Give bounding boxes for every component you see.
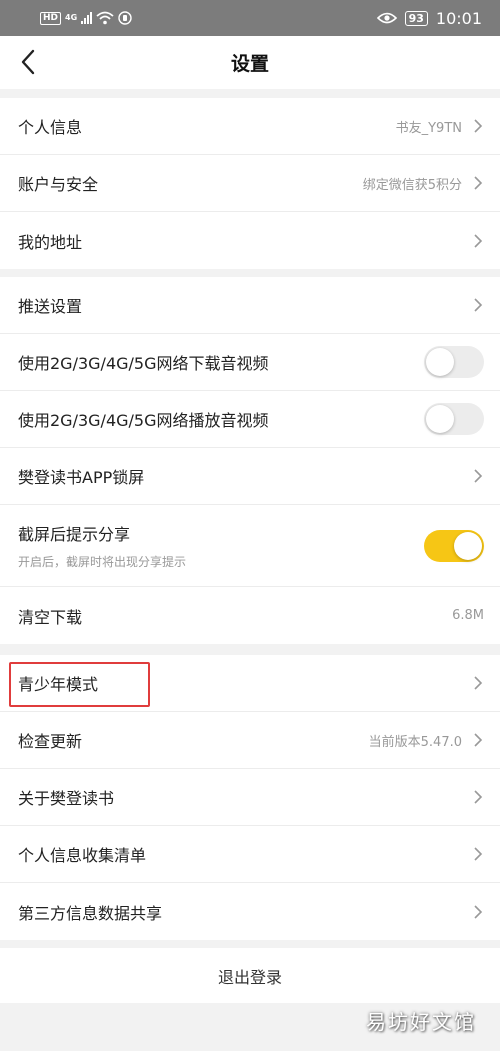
row-check-update[interactable]: 检查更新 当前版本5.47.0 — [0, 712, 500, 769]
row-mobile-download: 使用2G/3G/4G/5G网络下载音视频 — [0, 334, 500, 391]
row-label: 使用2G/3G/4G/5G网络播放音视频 — [18, 411, 269, 430]
row-clear-downloads[interactable]: 清空下载 6.8M — [0, 587, 500, 644]
back-arrow-icon — [21, 49, 35, 75]
row-third-party-sharing[interactable]: 第三方信息数据共享 — [0, 883, 500, 940]
logout-label: 退出登录 — [217, 967, 282, 987]
status-bar: HD 4G 93 10:01 — [0, 0, 500, 36]
watermark: 易坊好文馆 — [366, 1010, 476, 1034]
battery-icon: 93 — [404, 10, 428, 26]
row-my-address[interactable]: 我的地址 — [0, 212, 500, 269]
row-value: 书友_Y9TN — [395, 120, 462, 136]
row-label: 使用2G/3G/4G/5G网络下载音视频 — [18, 354, 269, 373]
logout-button[interactable]: 退出登录 — [0, 948, 500, 1003]
wifi-icon — [96, 11, 114, 25]
row-label: 清空下载 — [18, 607, 83, 627]
row-push-settings[interactable]: 推送设置 — [0, 277, 500, 334]
toggle-knob — [454, 531, 482, 560]
toggle-knob — [426, 405, 454, 433]
row-label: 截屏后提示分享 — [18, 525, 131, 544]
row-label: 樊登读书APP锁屏 — [18, 468, 145, 487]
eye-icon — [376, 12, 397, 24]
row-label: 我的地址 — [18, 232, 83, 252]
toggle-knob — [426, 348, 454, 376]
chevron-right-icon — [474, 233, 483, 248]
row-sublabel: 开启后，截屏时将出现分享提示 — [18, 555, 187, 569]
chevron-right-icon — [474, 176, 483, 190]
chevron-right-icon — [474, 119, 483, 133]
row-info-collection[interactable]: 个人信息收集清单 — [0, 826, 500, 883]
chevron-right-icon — [474, 847, 483, 861]
row-lock-screen[interactable]: 樊登读书APP锁屏 — [0, 448, 500, 505]
row-label: 推送设置 — [18, 297, 83, 316]
row-label: 关于樊登读书 — [18, 789, 115, 808]
signal-icon — [81, 12, 93, 24]
row-mobile-playback: 使用2G/3G/4G/5G网络播放音视频 — [0, 391, 500, 448]
row-personal-info[interactable]: 个人信息 书友_Y9TN — [0, 98, 500, 155]
about-group: 青少年模式 检查更新 当前版本5.47.0 关于樊登读书 个人信息收集清单 第三… — [0, 655, 500, 940]
row-value: 绑定微信获5积分 — [362, 177, 462, 193]
row-label: 个人信息收集清单 — [18, 846, 147, 865]
row-value: 6.8M — [452, 608, 484, 623]
chevron-right-icon — [474, 469, 483, 483]
screenshot-share-toggle[interactable] — [424, 529, 484, 562]
account-group: 个人信息 书友_Y9TN 账户与安全 绑定微信获5积分 我的地址 — [0, 98, 500, 269]
back-button[interactable] — [10, 44, 46, 80]
row-label: 第三方信息数据共享 — [18, 903, 163, 923]
chevron-right-icon — [474, 904, 483, 919]
row-screenshot-share: 截屏后提示分享 开启后，截屏时将出现分享提示 — [0, 505, 500, 587]
chevron-right-icon — [474, 298, 483, 312]
row-label: 检查更新 — [18, 732, 83, 751]
nav-bar: 设置 — [0, 36, 500, 89]
hd-badge: HD — [40, 11, 62, 25]
hand-icon — [118, 11, 132, 25]
chevron-right-icon — [474, 790, 483, 804]
row-account-security[interactable]: 账户与安全 绑定微信获5积分 — [0, 155, 500, 212]
row-youth-mode[interactable]: 青少年模式 — [0, 655, 500, 712]
row-label: 账户与安全 — [18, 175, 99, 194]
preferences-group: 推送设置 使用2G/3G/4G/5G网络下载音视频 使用2G/3G/4G/5G网… — [0, 277, 500, 644]
mobile-playback-toggle[interactable] — [424, 403, 484, 435]
status-time: 10:01 — [435, 8, 482, 28]
row-about[interactable]: 关于樊登读书 — [0, 769, 500, 826]
chevron-right-icon — [474, 733, 483, 747]
chevron-right-icon — [474, 676, 483, 690]
row-label: 青少年模式 — [18, 675, 99, 694]
row-value: 当前版本5.47.0 — [368, 734, 462, 750]
page-title: 设置 — [230, 53, 269, 75]
row-label: 个人信息 — [18, 118, 83, 137]
network-type: 4G — [65, 13, 78, 22]
mobile-download-toggle[interactable] — [424, 346, 484, 378]
